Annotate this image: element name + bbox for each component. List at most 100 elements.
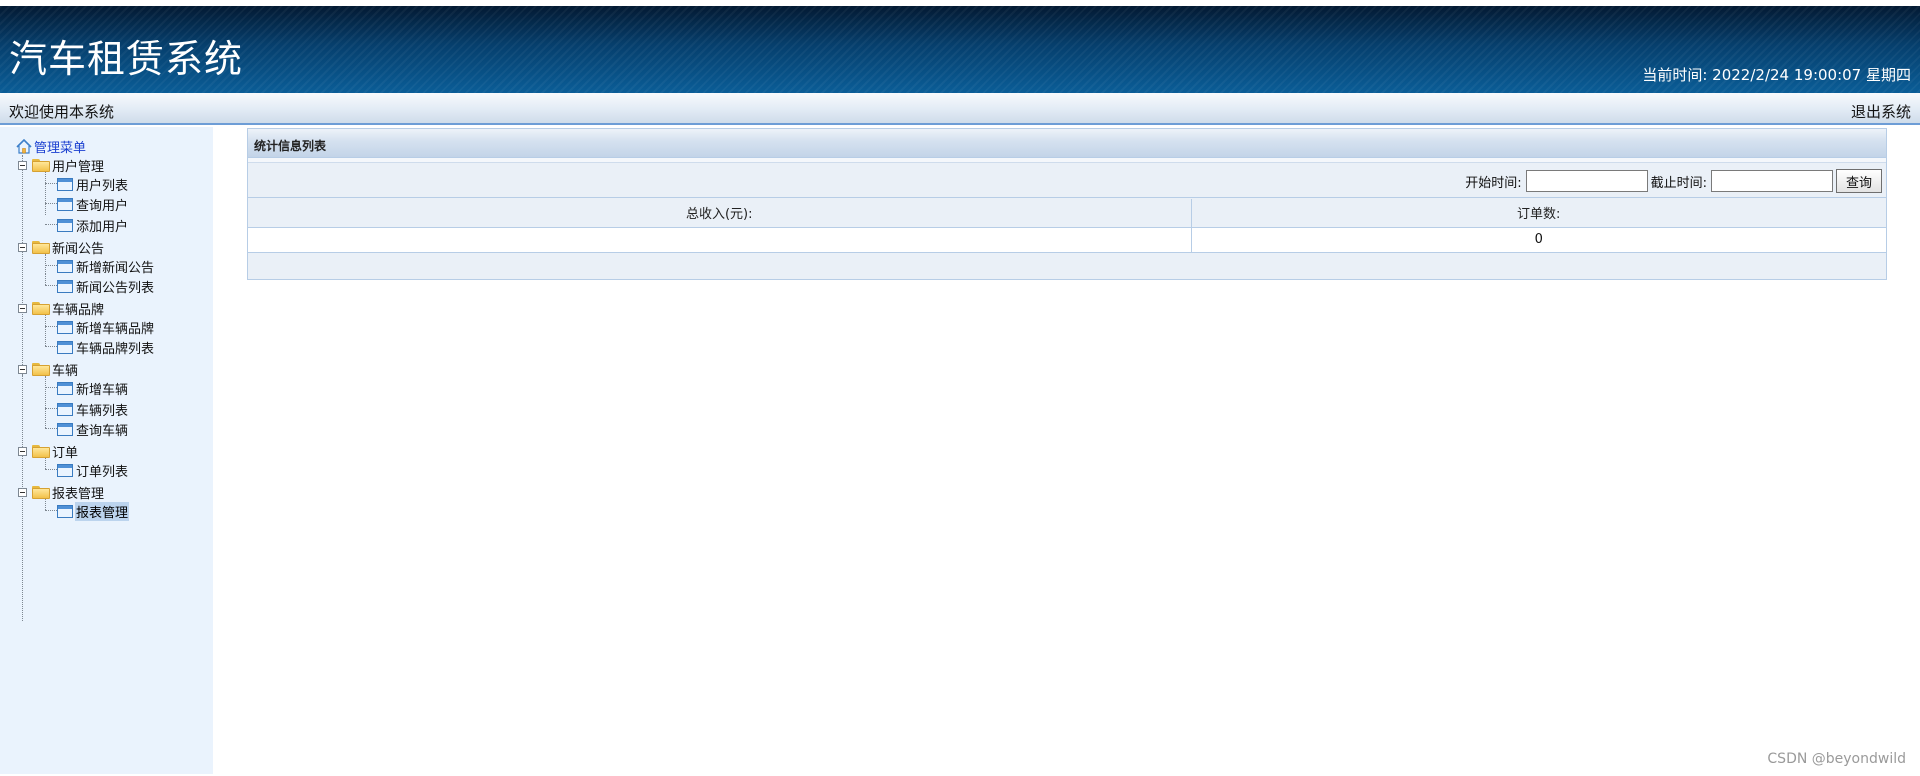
branch-line [45, 376, 46, 428]
menu-group-user-management[interactable]: 用户管理 [18, 156, 105, 175]
branch-line [45, 265, 57, 266]
menu-item-label[interactable]: 车辆品牌列表 [75, 338, 155, 357]
table-header-row: 总收入(元): 订单数: [248, 199, 1886, 228]
folder-open-icon [32, 485, 50, 499]
tree-trunk-line [22, 155, 23, 375]
end-time-input[interactable] [1711, 170, 1833, 192]
menu-group-news[interactable]: 新闻公告 [18, 238, 105, 257]
page-icon [57, 402, 73, 416]
menu-group-brand[interactable]: 车辆品牌 [18, 299, 105, 318]
page-icon [57, 177, 73, 191]
menu-group-label: 新闻公告 [52, 241, 105, 257]
menu-item-report-management[interactable]: 报表管理 [57, 501, 130, 521]
page-icon [57, 197, 73, 211]
menu-item-add-news[interactable]: 新增新闻公告 [57, 257, 155, 276]
current-time-label: 当前时间: [1642, 66, 1708, 84]
menu-item-user-list[interactable]: 用户列表 [57, 175, 129, 194]
welcome-text: 欢迎使用本系统 [9, 103, 115, 121]
branch-line [45, 510, 57, 511]
table-row: 0 [248, 227, 1886, 253]
folder-open-icon [32, 444, 50, 458]
menu-root-label: 管理菜单 [34, 140, 87, 156]
stats-table: 总收入(元): 订单数: 0 [248, 199, 1886, 253]
menu-item-order-list[interactable]: 订单列表 [57, 461, 129, 480]
query-button[interactable]: 查询 [1836, 169, 1882, 193]
menu-group-label: 车辆 [52, 363, 79, 379]
menu-item-label[interactable]: 查询用户 [75, 195, 129, 214]
page-icon [57, 340, 73, 354]
panel-title: 统计信息列表 [254, 139, 327, 153]
column-header-total-income: 总收入(元): [248, 199, 1192, 228]
menu-item-news-list[interactable]: 新闻公告列表 [57, 277, 155, 296]
logout-link[interactable]: 退出系统 [1851, 101, 1911, 122]
page-icon [57, 259, 73, 273]
menu-group-vehicle[interactable]: 车辆 [18, 360, 79, 379]
menu-item-label-selected[interactable]: 报表管理 [75, 501, 130, 521]
folder-open-icon [32, 240, 50, 254]
app-header: 汽车租赁系统 当前时间: 2022/2/24 19:00:07 星期四 [0, 6, 1920, 93]
welcome-bar: 欢迎使用本系统 退出系统 [0, 93, 1920, 125]
page-icon [57, 463, 73, 477]
menu-item-label[interactable]: 用户列表 [75, 175, 129, 194]
branch-line [45, 254, 46, 274]
menu-group-label: 订单 [52, 445, 79, 461]
menu-item-label[interactable]: 添加用户 [75, 216, 129, 235]
menu-item-brand-list[interactable]: 车辆品牌列表 [57, 338, 155, 357]
branch-line [45, 183, 57, 184]
branch-line [45, 408, 57, 409]
menu-item-label[interactable]: 车辆列表 [75, 400, 129, 419]
folder-open-icon [32, 158, 50, 172]
branch-line [45, 428, 57, 429]
menu-item-label[interactable]: 新增车辆品牌 [75, 318, 155, 337]
branch-line [45, 387, 57, 388]
collapse-toggle-icon[interactable] [18, 446, 27, 456]
menu-group-reports[interactable]: 报表管理 [18, 483, 104, 502]
menu-item-label[interactable]: 订单列表 [75, 461, 129, 480]
menu-item-add-user[interactable]: 添加用户 [57, 216, 129, 235]
menu-item-add-brand[interactable]: 新增车辆品牌 [57, 318, 155, 337]
branch-line [45, 172, 46, 215]
menu-item-add-vehicle[interactable]: 新增车辆 [57, 379, 129, 398]
menu-item-query-user[interactable]: 查询用户 [57, 195, 129, 214]
branch-line [45, 274, 46, 285]
menu-item-label[interactable]: 新增新闻公告 [75, 257, 155, 276]
branch-line [45, 224, 57, 225]
collapse-toggle-icon[interactable] [18, 487, 27, 497]
menu-item-query-vehicle[interactable]: 查询车辆 [57, 420, 129, 439]
page-icon [57, 381, 73, 395]
collapse-toggle-icon[interactable] [18, 303, 27, 313]
branch-line [45, 326, 57, 327]
folder-open-icon [32, 301, 50, 315]
collapse-toggle-icon[interactable] [18, 364, 27, 374]
current-time: 当前时间: 2022/2/24 19:00:07 星期四 [1642, 64, 1911, 85]
start-time-label: 开始时间: [1465, 175, 1522, 191]
branch-line [45, 458, 46, 469]
menu-root[interactable]: 管理菜单 [16, 137, 87, 156]
menu-item-label[interactable]: 新闻公告列表 [75, 277, 155, 296]
page-icon [57, 218, 73, 232]
sidebar-menu: 管理菜单 用户管理 用户列表 查询用户 添加用户 新闻公告 新增新闻公告 新闻公… [0, 127, 213, 776]
branch-line [45, 469, 57, 470]
menu-group-label: 车辆品牌 [52, 302, 105, 318]
branch-line [45, 346, 57, 347]
branch-line [45, 285, 57, 286]
menu-group-label: 用户管理 [52, 159, 105, 175]
page-icon [57, 504, 73, 518]
watermark: CSDN @beyondwild [1767, 751, 1906, 767]
menu-item-label[interactable]: 查询车辆 [75, 420, 129, 439]
stats-panel: 统计信息列表 开始时间: 截止时间: 查询 总收入(元): 订单数: 0 [247, 128, 1887, 280]
menu-item-label[interactable]: 新增车辆 [75, 379, 129, 398]
current-time-value: 2022/2/24 19:00:07 星期四 [1712, 66, 1911, 84]
home-icon [16, 138, 32, 154]
menu-group-order[interactable]: 订单 [18, 442, 79, 461]
collapse-toggle-icon[interactable] [18, 160, 27, 170]
folder-open-icon [32, 362, 50, 376]
collapse-toggle-icon[interactable] [18, 242, 27, 252]
start-time-input[interactable] [1525, 170, 1648, 192]
total-income-value [248, 227, 1192, 253]
branch-line [45, 203, 57, 204]
panel-title-bar: 统计信息列表 [248, 129, 1886, 158]
menu-item-vehicle-list[interactable]: 车辆列表 [57, 400, 129, 419]
date-filter: 开始时间: 截止时间: 查询 [1465, 169, 1882, 193]
panel-sub-strip [248, 158, 1886, 163]
